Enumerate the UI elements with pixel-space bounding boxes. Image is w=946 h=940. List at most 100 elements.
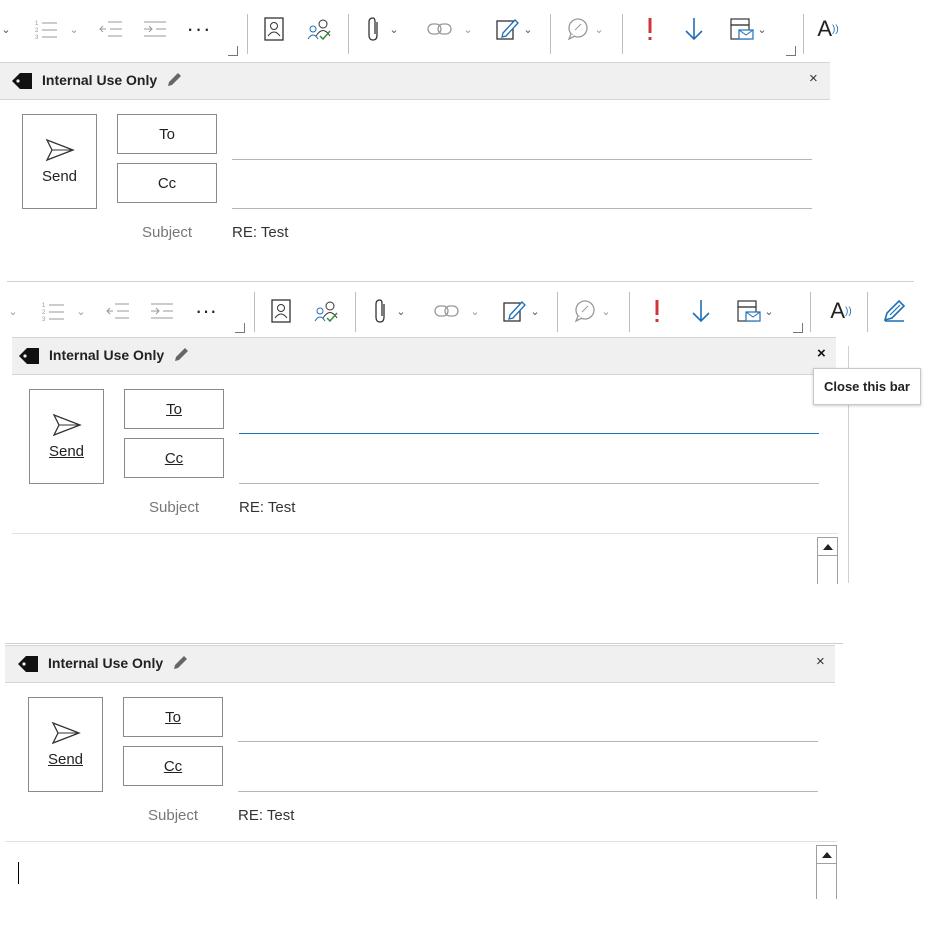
more-options-button[interactable]: ··· — [184, 0, 214, 58]
link-icon — [427, 23, 453, 35]
signature-button[interactable]: ⌄ — [501, 282, 541, 340]
check-names-icon — [314, 301, 338, 323]
dialog-launcher-icon[interactable] — [228, 46, 238, 56]
attach-file-button[interactable]: ⌄ — [369, 282, 409, 340]
decrease-indent-button[interactable] — [96, 0, 126, 58]
svg-text:3: 3 — [42, 317, 46, 322]
send-icon — [52, 413, 82, 437]
divider — [550, 14, 551, 54]
header-divider — [5, 841, 837, 842]
cc-button[interactable]: Cc — [123, 746, 223, 786]
close-bar-button[interactable]: × — [816, 653, 825, 670]
to-button[interactable]: To — [124, 389, 224, 429]
decrease-indent-icon — [106, 303, 129, 319]
divider — [622, 14, 623, 54]
templates-button[interactable]: ⌄ — [728, 0, 768, 58]
tag-icon — [17, 655, 39, 678]
decrease-indent-button[interactable] — [103, 282, 133, 340]
body-scrollbar[interactable] — [817, 537, 838, 584]
cc-field[interactable] — [239, 483, 819, 484]
editor-button[interactable] — [879, 282, 909, 340]
check-names-button[interactable] — [311, 282, 343, 340]
dialog-launcher-icon[interactable] — [793, 323, 803, 333]
dialog-launcher-icon[interactable] — [235, 323, 245, 333]
classification-label: Internal Use Only — [49, 347, 165, 363]
low-importance-button[interactable] — [689, 282, 713, 340]
more-options-button[interactable]: ··· — [191, 282, 221, 340]
chat-bubble-icon — [575, 300, 596, 323]
message-body[interactable] — [5, 845, 815, 900]
numbered-list-button[interactable]: 123 ⌄ — [28, 0, 86, 58]
cc-button[interactable]: Cc — [124, 438, 224, 478]
subject-label: Subject — [142, 224, 193, 241]
tag-icon — [18, 347, 40, 370]
attach-file-button[interactable]: ⌄ — [362, 0, 402, 58]
to-field[interactable] — [238, 741, 818, 742]
to-field[interactable] — [239, 433, 819, 434]
to-button[interactable]: To — [123, 697, 223, 737]
pencil-icon[interactable] — [166, 72, 182, 93]
svg-text:1: 1 — [35, 21, 39, 27]
tag-icon — [11, 72, 33, 95]
divider — [810, 292, 811, 332]
send-icon — [45, 138, 75, 162]
low-importance-button[interactable] — [682, 0, 706, 58]
send-button[interactable]: Send — [29, 389, 104, 484]
address-book-icon — [264, 17, 284, 41]
numbered-list-button[interactable]: 123 ⌄ — [35, 282, 93, 340]
to-button[interactable]: To — [117, 114, 217, 154]
numbered-list-icon: 123 — [35, 21, 58, 40]
signature-button[interactable]: ⌄ — [494, 0, 534, 58]
dialog-launcher-icon[interactable] — [786, 46, 796, 56]
cc-button[interactable]: Cc — [117, 163, 217, 203]
tooltip-close-this-bar: Close this bar — [813, 368, 921, 405]
dictate-button[interactable]: ⌄ — [571, 282, 613, 340]
pencil-icon[interactable] — [172, 655, 188, 676]
subject-field[interactable]: RE: Test — [232, 224, 288, 241]
divider — [247, 14, 248, 54]
high-importance-button[interactable] — [645, 282, 669, 340]
send-button[interactable]: Send — [22, 114, 97, 209]
close-bar-button[interactable]: × — [809, 70, 818, 87]
chevron-down-icon[interactable]: ⌄ — [0, 0, 12, 58]
text-cursor — [18, 862, 19, 884]
templates-button[interactable]: ⌄ — [735, 282, 775, 340]
address-book-icon — [271, 299, 291, 323]
classification-label: Internal Use Only — [48, 655, 164, 671]
cc-field[interactable] — [232, 208, 812, 209]
read-aloud-button[interactable]: A)) — [816, 0, 840, 58]
svg-text:2: 2 — [42, 310, 46, 316]
link-button[interactable]: ⌄ — [424, 0, 476, 58]
increase-indent-button[interactable] — [140, 0, 170, 58]
high-importance-button[interactable] — [638, 0, 662, 58]
read-aloud-button[interactable]: A)) — [823, 282, 859, 340]
scroll-up-arrow-icon[interactable] — [818, 538, 837, 556]
increase-indent-button[interactable] — [147, 282, 177, 340]
subject-field[interactable]: RE: Test — [238, 807, 294, 824]
send-button[interactable]: Send — [28, 697, 103, 792]
header-divider — [12, 533, 838, 534]
chevron-down-icon[interactable]: ⌄ — [7, 282, 19, 340]
link-button[interactable]: ⌄ — [431, 282, 483, 340]
to-field[interactable] — [232, 159, 812, 160]
ribbon-toolbar-1: ⌄ 123 ⌄ ··· ⌄ ⌄ ⌄ ⌄ ⌄ A)) — [0, 0, 840, 58]
address-book-button[interactable] — [267, 282, 295, 340]
exclamation-icon — [655, 300, 659, 322]
cc-field[interactable] — [238, 791, 818, 792]
pencil-icon[interactable] — [173, 347, 189, 368]
send-icon — [51, 721, 81, 745]
divider — [867, 292, 868, 332]
close-bar-button[interactable]: × — [817, 345, 826, 362]
scroll-up-arrow-icon[interactable] — [817, 846, 836, 864]
classification-label: Internal Use Only — [42, 72, 158, 88]
body-scrollbar[interactable] — [816, 845, 837, 899]
divider — [254, 292, 255, 332]
check-names-button[interactable] — [304, 0, 336, 58]
subject-label: Subject — [149, 499, 200, 516]
arrow-down-icon — [685, 18, 703, 41]
address-book-button[interactable] — [260, 0, 288, 58]
divider — [355, 292, 356, 332]
dictate-button[interactable]: ⌄ — [564, 0, 606, 58]
subject-field[interactable]: RE: Test — [239, 499, 295, 516]
divider — [629, 292, 630, 332]
